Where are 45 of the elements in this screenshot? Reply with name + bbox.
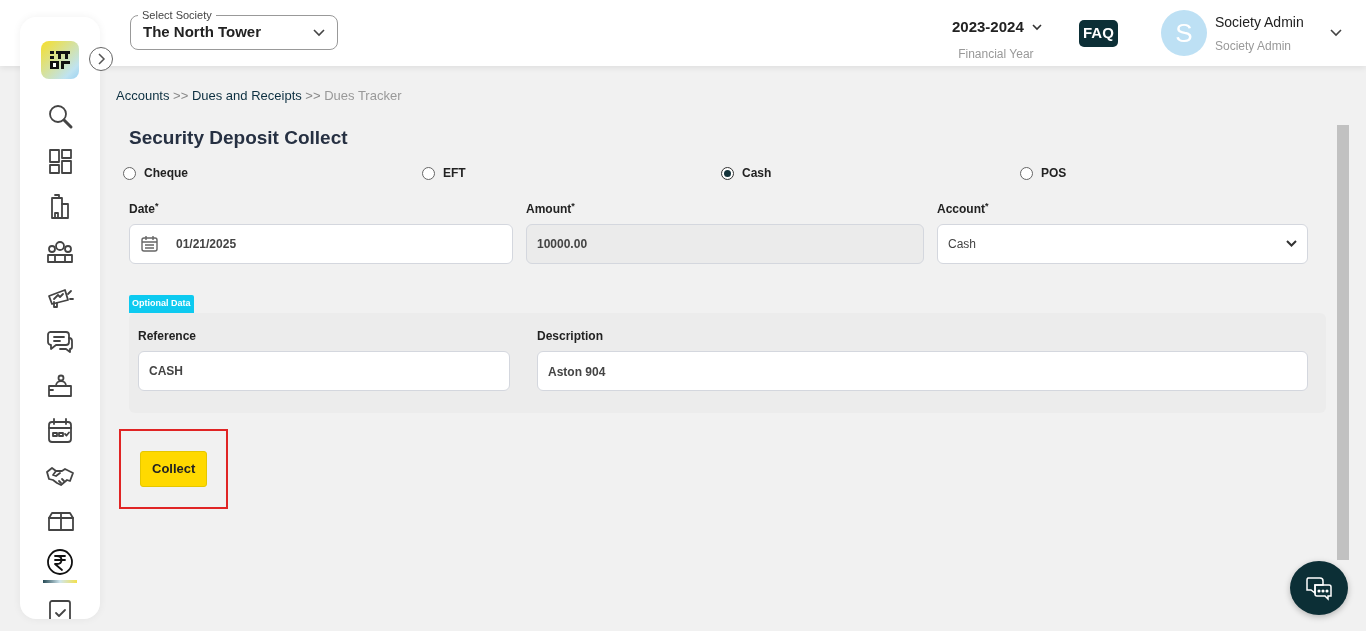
financial-year-dropdown[interactable]: 2023-2024 — [952, 16, 1042, 39]
user-role: Society Admin — [1215, 37, 1293, 55]
breadcrumb-current: Dues Tracker — [324, 88, 402, 103]
radio-button[interactable] — [123, 166, 136, 180]
section-badge: Optional Data — [129, 295, 194, 313]
chevron-down-icon[interactable] — [1329, 29, 1342, 37]
radio-button[interactable] — [721, 166, 734, 180]
radio-label[interactable]: POS — [1041, 164, 1067, 182]
text-area[interactable]: Aston 904 — [537, 351, 1308, 391]
user-name: Society Admin — [1215, 12, 1304, 32]
calendar-icon[interactable] — [46, 416, 74, 445]
chat-button[interactable] — [1290, 561, 1348, 615]
chat-bubbles-icon — [1305, 575, 1333, 601]
radio-button[interactable] — [1020, 166, 1033, 180]
date-field[interactable]: 01/21/2025 — [129, 224, 513, 264]
chevron-down-icon — [1286, 240, 1297, 248]
radio-label[interactable]: Cash — [742, 164, 772, 182]
calendar-icon — [140, 234, 160, 254]
chevron-down-icon — [1031, 23, 1042, 31]
radio-label[interactable]: EFT — [443, 164, 466, 182]
faq-button[interactable]: FAQ — [1079, 20, 1118, 47]
field-caption: Financial Year — [957, 45, 1035, 63]
field-label: Account$^{*}$ — [937, 200, 990, 218]
chevron-down-icon — [313, 28, 325, 37]
account-select[interactable]: Cash — [937, 224, 1308, 264]
chevron-right-icon — [96, 53, 106, 65]
field-label: Reference — [138, 328, 198, 345]
dashboard-icon[interactable] — [46, 146, 74, 175]
breadcrumb-link[interactable]: Accounts — [116, 88, 170, 103]
field-label: Date$^{*}$ — [129, 200, 160, 218]
breadcrumb-link[interactable]: Dues and Receipts — [191, 88, 302, 103]
field-label: Amount$^{*}$ — [526, 200, 576, 218]
page-title: Security Deposit Collect — [129, 125, 349, 150]
app-logo[interactable] — [41, 41, 79, 79]
rupee-icon[interactable] — [46, 548, 74, 576]
collect-button[interactable]: Collect — [140, 451, 208, 487]
breadcrumb-separator: >> — [172, 88, 190, 103]
radio-button[interactable] — [422, 166, 435, 180]
input-field[interactable]: CASH — [138, 351, 510, 391]
scrollbar[interactable] — [1337, 125, 1349, 560]
field-label: Description — [537, 328, 604, 345]
breadcrumb-separator: >> — [304, 88, 322, 103]
active-indicator — [43, 580, 77, 583]
radio-label[interactable]: Cheque — [144, 164, 188, 182]
field-label: Select Society — [138, 9, 216, 22]
